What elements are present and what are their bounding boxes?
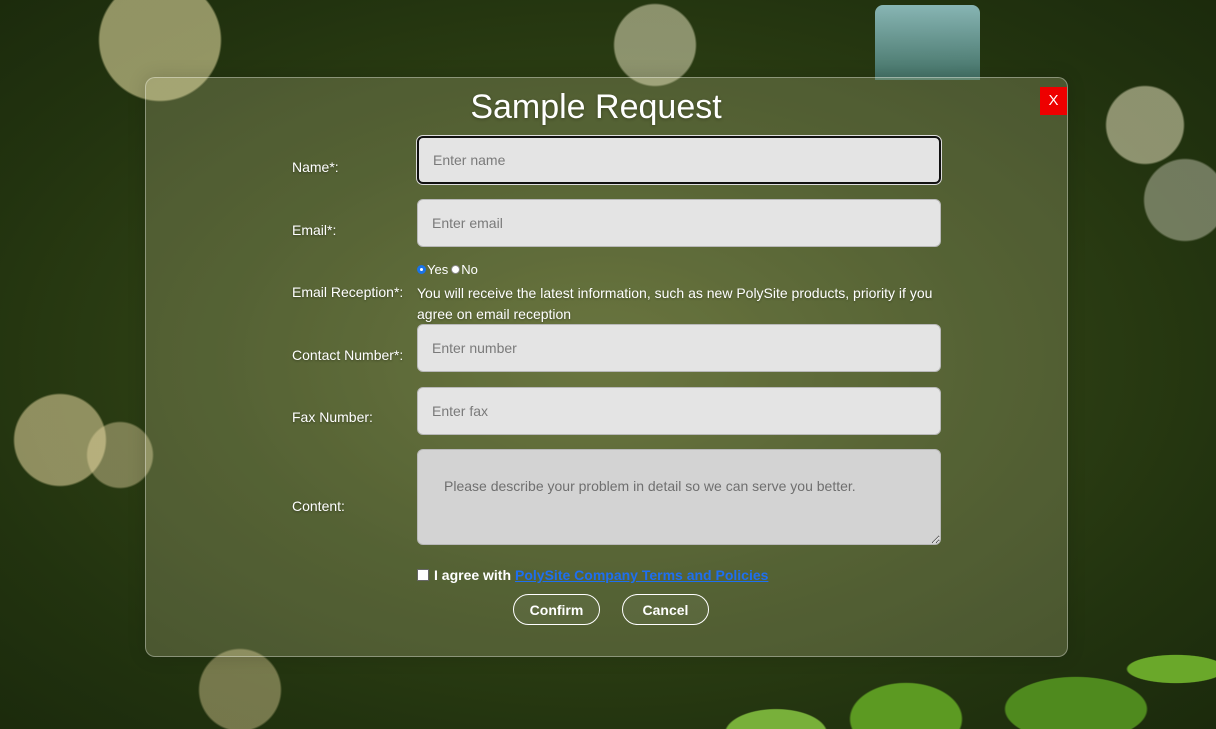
radio-no-label[interactable]: No [461, 262, 478, 277]
email-input[interactable] [417, 199, 941, 247]
agree-text: I agree with [434, 567, 512, 583]
dialog-title: Sample Request [470, 88, 722, 126]
contact-number-input[interactable] [417, 324, 941, 372]
agree-checkbox[interactable] [417, 569, 429, 581]
agree-row: I agree with PolySite Company Terms and … [417, 567, 768, 583]
confirm-button[interactable]: Confirm [513, 594, 600, 625]
name-label: Name*: [292, 159, 339, 175]
fax-number-label: Fax Number: [292, 409, 373, 425]
cancel-button[interactable]: Cancel [622, 594, 709, 625]
sample-request-dialog: Sample Request X Name*: Email*: Email Re… [145, 77, 1068, 657]
email-label: Email*: [292, 222, 337, 238]
terms-link[interactable]: PolySite Company Terms and Policies [515, 567, 768, 583]
email-reception-radio-group: Yes No [417, 262, 478, 277]
background-jar [875, 5, 980, 80]
email-reception-note: You will receive the latest information,… [417, 285, 933, 322]
close-button[interactable]: X [1040, 87, 1067, 115]
radio-no[interactable] [451, 265, 461, 274]
contact-number-label: Contact Number*: [292, 347, 404, 363]
radio-yes[interactable] [417, 265, 426, 274]
content-label: Content: [292, 498, 345, 514]
email-reception-label: Email Reception*: [292, 284, 404, 300]
radio-yes-label[interactable]: Yes [427, 262, 448, 277]
name-input[interactable] [417, 136, 941, 184]
content-textarea[interactable] [417, 449, 941, 545]
fax-number-input[interactable] [417, 387, 941, 435]
